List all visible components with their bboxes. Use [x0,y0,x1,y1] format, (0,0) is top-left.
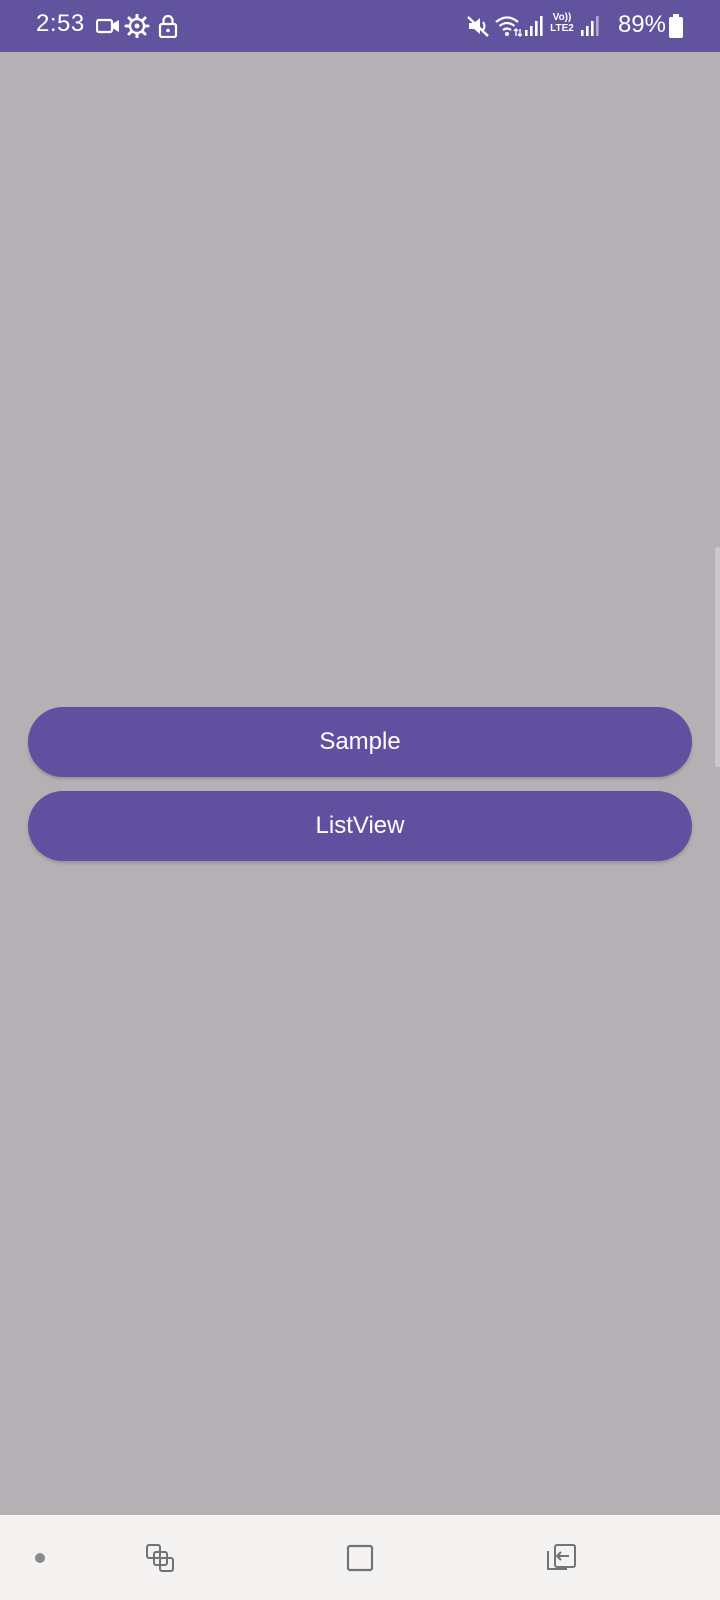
volte-lte2-icon: Vo)) LTE2 [550,12,574,34]
recent-apps-icon[interactable] [130,1515,190,1600]
navigation-bar [0,1515,720,1600]
battery-icon [668,13,684,38]
listview-button[interactable]: ListView [28,791,692,861]
wifi-icon [494,14,523,38]
battery-percent: 89% [617,11,666,38]
video-camera-icon [95,14,122,38]
home-icon[interactable] [330,1515,390,1600]
signal-icon-2 [580,14,606,38]
lock-icon [156,14,182,39]
edge-panel-handle[interactable] [715,547,720,767]
status-bar: 2:53 Vo)) LTE2 89% [0,0,720,52]
status-time: 2:53 [36,10,85,37]
back-icon[interactable] [532,1515,592,1600]
main-content: Sample ListView [0,52,720,1515]
signal-icon [524,14,550,38]
dot-icon [20,1515,60,1600]
settings-gear-icon [124,13,150,39]
sample-button[interactable]: Sample [28,707,692,777]
mute-icon [466,14,492,38]
